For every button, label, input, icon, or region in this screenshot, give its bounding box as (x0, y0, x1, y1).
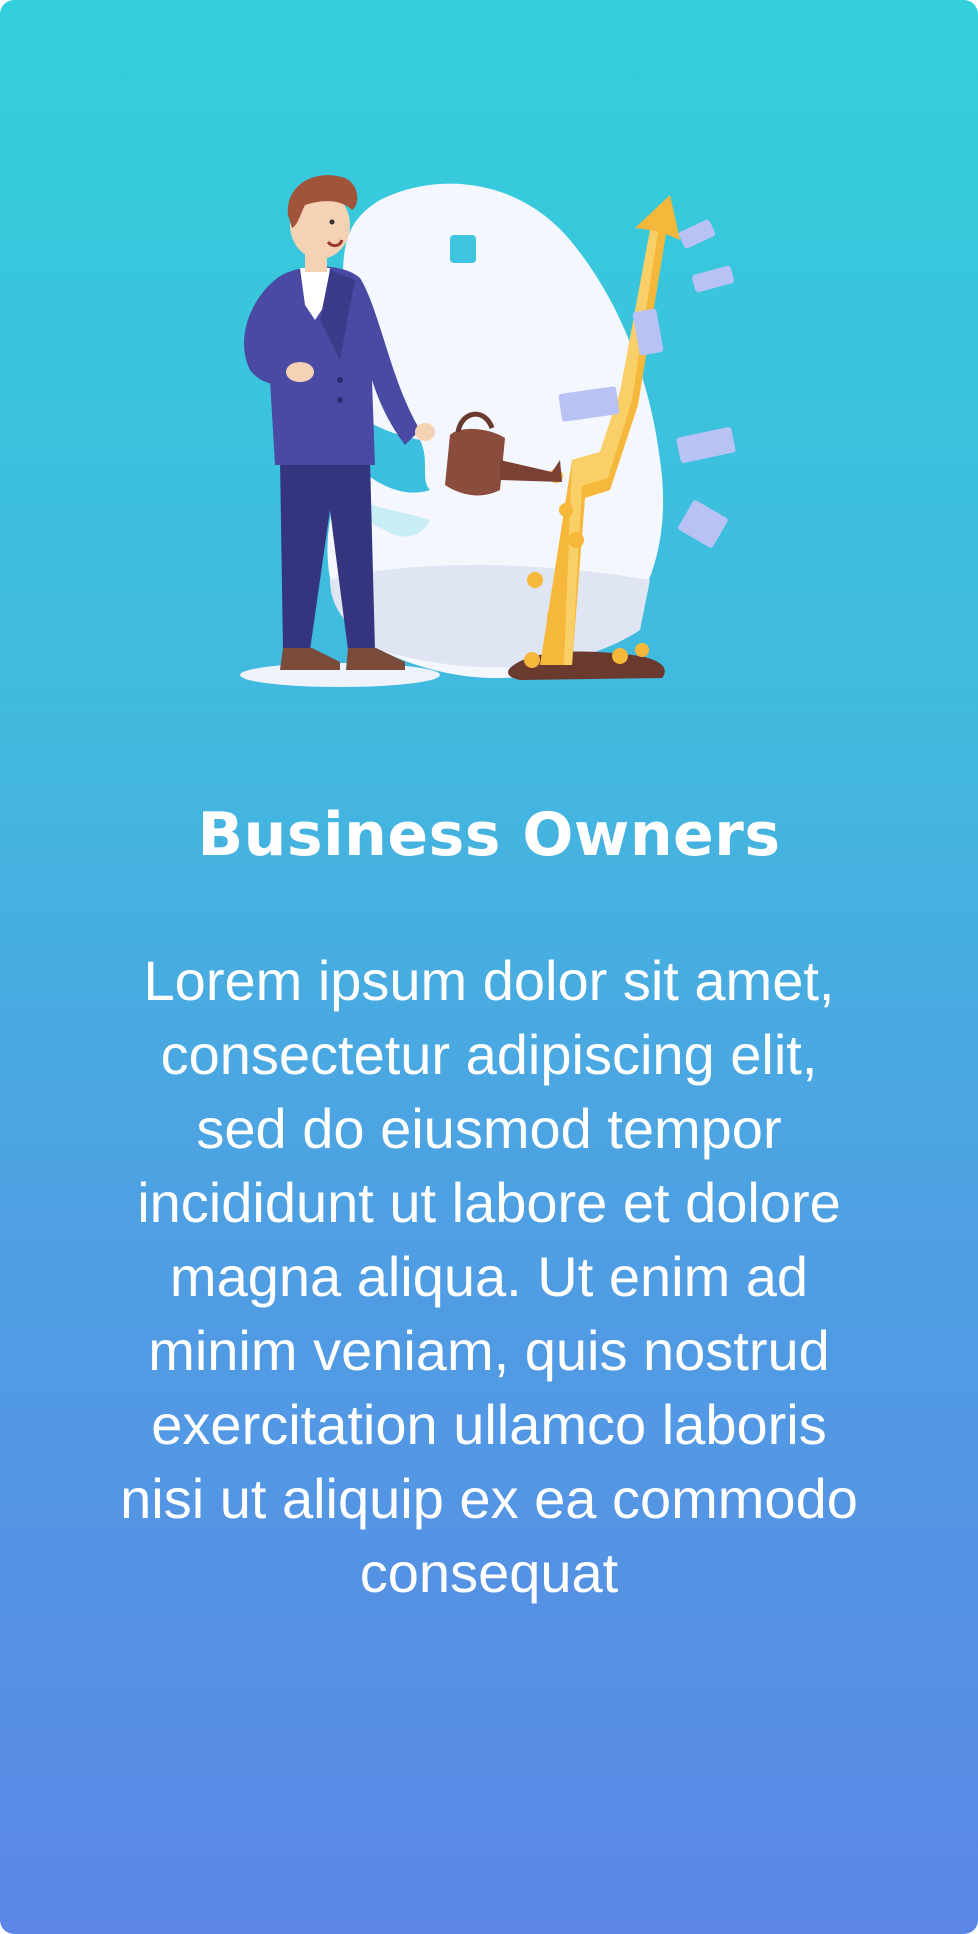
card-description: Lorem ipsum dolor sit amet, consectetur … (120, 949, 858, 1604)
coin-icon (568, 532, 584, 548)
coin-icon (559, 503, 573, 517)
coin-icon (527, 572, 543, 588)
business-owner-watering-growth-icon (240, 175, 736, 687)
card-title: Business Owners (197, 800, 781, 870)
coin-icon (547, 609, 561, 623)
feature-card: Business Owners Lorem ipsum dolor sit am… (0, 0, 978, 1934)
